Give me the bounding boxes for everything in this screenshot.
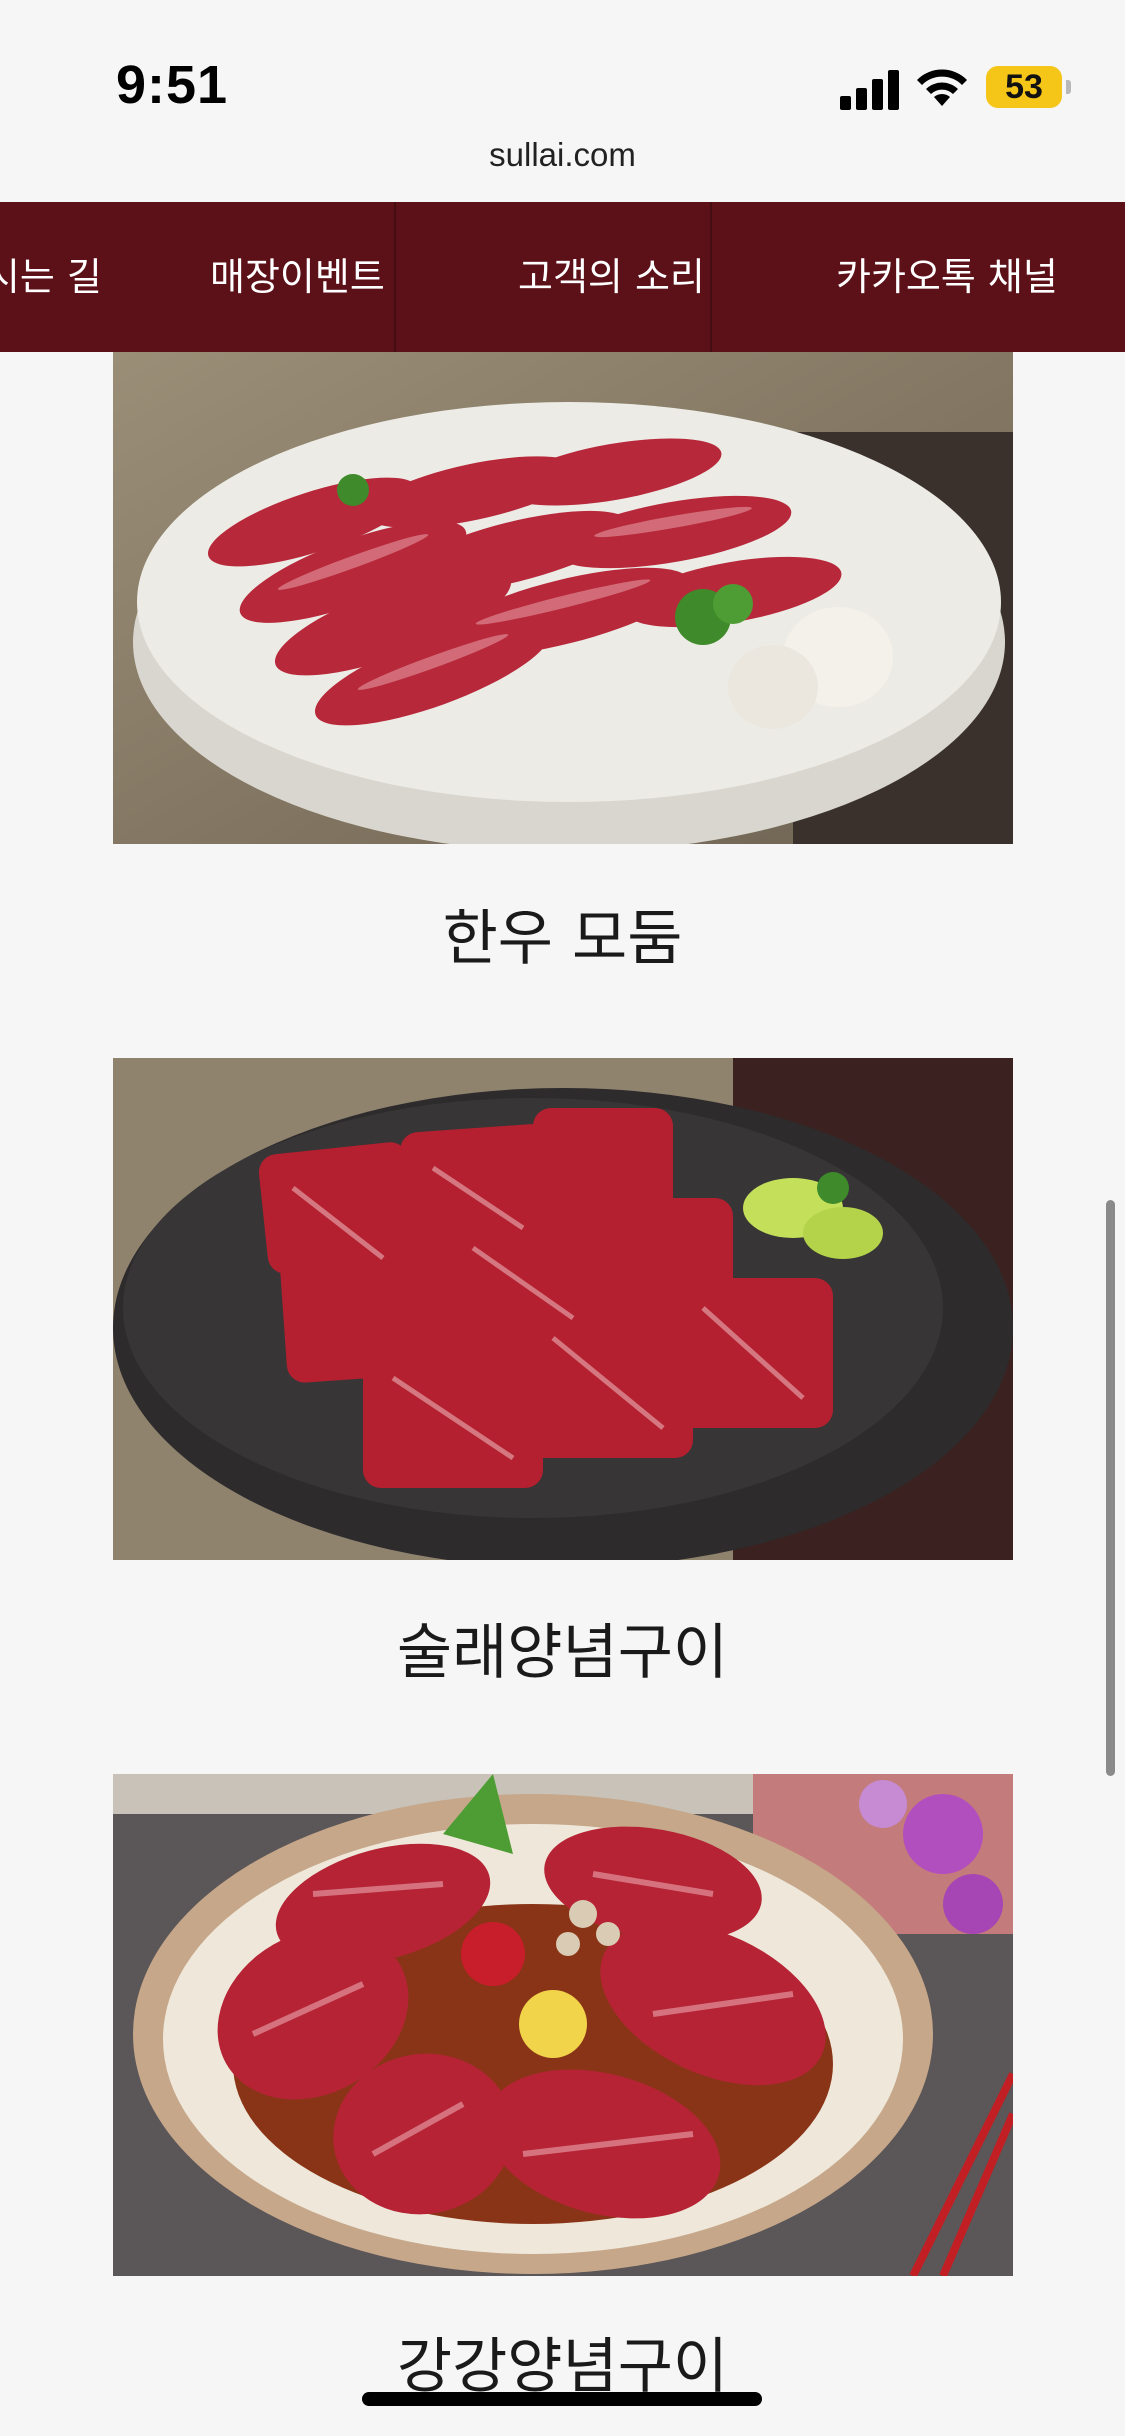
battery-icon: 53 (986, 66, 1062, 108)
status-time: 9:51 (116, 55, 229, 115)
nav-item-directions[interactable]: 찾아오시는 길 (0, 202, 102, 352)
product-title: 한우 모둠 (442, 904, 683, 974)
product-image-sullae-marinated[interactable] (113, 1058, 1013, 1560)
nav-item-customer-voice[interactable]: 고객의 소리 (518, 202, 705, 352)
product-image-ganggang-marinated[interactable] (113, 1774, 1013, 2276)
nav-item-kakaotalk-channel[interactable]: 카카오톡 채널 (836, 202, 1058, 352)
nav-item-store-events[interactable]: 매장이벤트 (210, 202, 385, 352)
scrollbar[interactable] (1106, 1200, 1115, 1776)
nav-divider (394, 202, 396, 352)
wifi-icon (917, 69, 967, 106)
status-bar: 9:51 53 (0, 0, 1125, 140)
battery-tip (1066, 80, 1071, 94)
nav-divider (710, 202, 712, 352)
address-bar-url[interactable]: sullai.com (0, 136, 1125, 174)
main-nav: 찾아오시는 길 매장이벤트 고객의 소리 카카오톡 채널 (0, 202, 1125, 352)
product-title: 술래양념구이 (396, 1618, 729, 1688)
cellular-signal-icon (840, 68, 900, 110)
product-image-hanwoo-assorted[interactable] (113, 352, 1013, 844)
home-indicator[interactable] (362, 2392, 762, 2406)
